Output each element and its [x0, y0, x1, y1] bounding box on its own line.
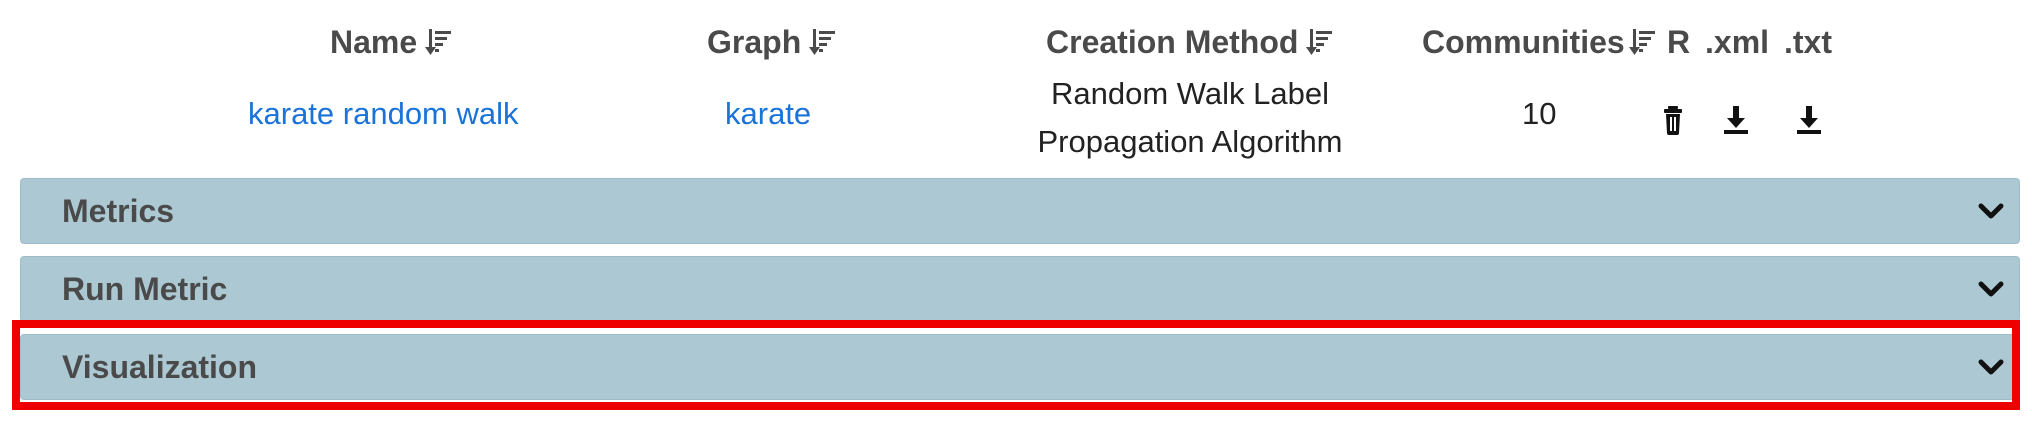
graph-link[interactable]: karate	[725, 96, 811, 132]
download-txt-icon[interactable]	[1795, 103, 1827, 137]
trash-icon[interactable]	[1660, 103, 1692, 137]
communities-page: Name Graph Creation Method Communities R…	[0, 0, 2032, 448]
download-xml-icon[interactable]	[1722, 103, 1754, 137]
column-header-communities[interactable]: Communities	[1422, 18, 1657, 66]
run-metric-panel-header[interactable]: Run Metric	[20, 256, 2020, 322]
column-header-creation-method[interactable]: Creation Method	[1046, 18, 1334, 66]
column-header-creation-method-label: Creation Method	[1046, 23, 1299, 60]
column-header-graph-label: Graph	[707, 23, 802, 60]
column-header-name[interactable]: Name	[330, 18, 453, 66]
sort-amount-down-icon[interactable]	[425, 26, 453, 58]
visualization-panel-header[interactable]: Visualization	[20, 334, 2020, 400]
community-name-link[interactable]: karate random walk	[248, 96, 519, 132]
column-header-txt-label: .txt	[1784, 23, 1832, 60]
column-header-name-label: Name	[330, 23, 418, 60]
column-header-r-label: R	[1667, 23, 1691, 60]
chevron-down-icon[interactable]	[1977, 279, 2005, 299]
sort-amount-down-icon[interactable]	[1628, 26, 1657, 58]
column-header-txt: .txt	[1784, 18, 1832, 66]
communities-count: 10	[1522, 96, 1557, 131]
column-header-communities-label: Communities	[1422, 23, 1625, 60]
metrics-panel-header[interactable]: Metrics	[20, 178, 2020, 244]
sort-amount-down-icon[interactable]	[1306, 26, 1334, 58]
creation-method-cell: Random Walk Label Propagation Algorithm	[960, 70, 1420, 166]
run-metric-panel-title: Run Metric	[62, 270, 228, 307]
creation-method-line1: Random Walk Label	[1051, 76, 1329, 111]
chevron-down-icon[interactable]	[1977, 357, 2005, 377]
column-header-xml-label: .xml	[1705, 23, 1770, 60]
sort-amount-down-icon[interactable]	[809, 26, 837, 58]
creation-method-line2: Propagation Algorithm	[1037, 124, 1343, 159]
column-header-graph[interactable]: Graph	[707, 18, 837, 66]
metrics-panel-title: Metrics	[62, 192, 175, 229]
column-header-r: R	[1667, 18, 1690, 66]
chevron-down-icon[interactable]	[1977, 201, 2005, 221]
column-header-xml: .xml	[1705, 18, 1769, 66]
visualization-panel-title: Visualization	[62, 348, 258, 385]
